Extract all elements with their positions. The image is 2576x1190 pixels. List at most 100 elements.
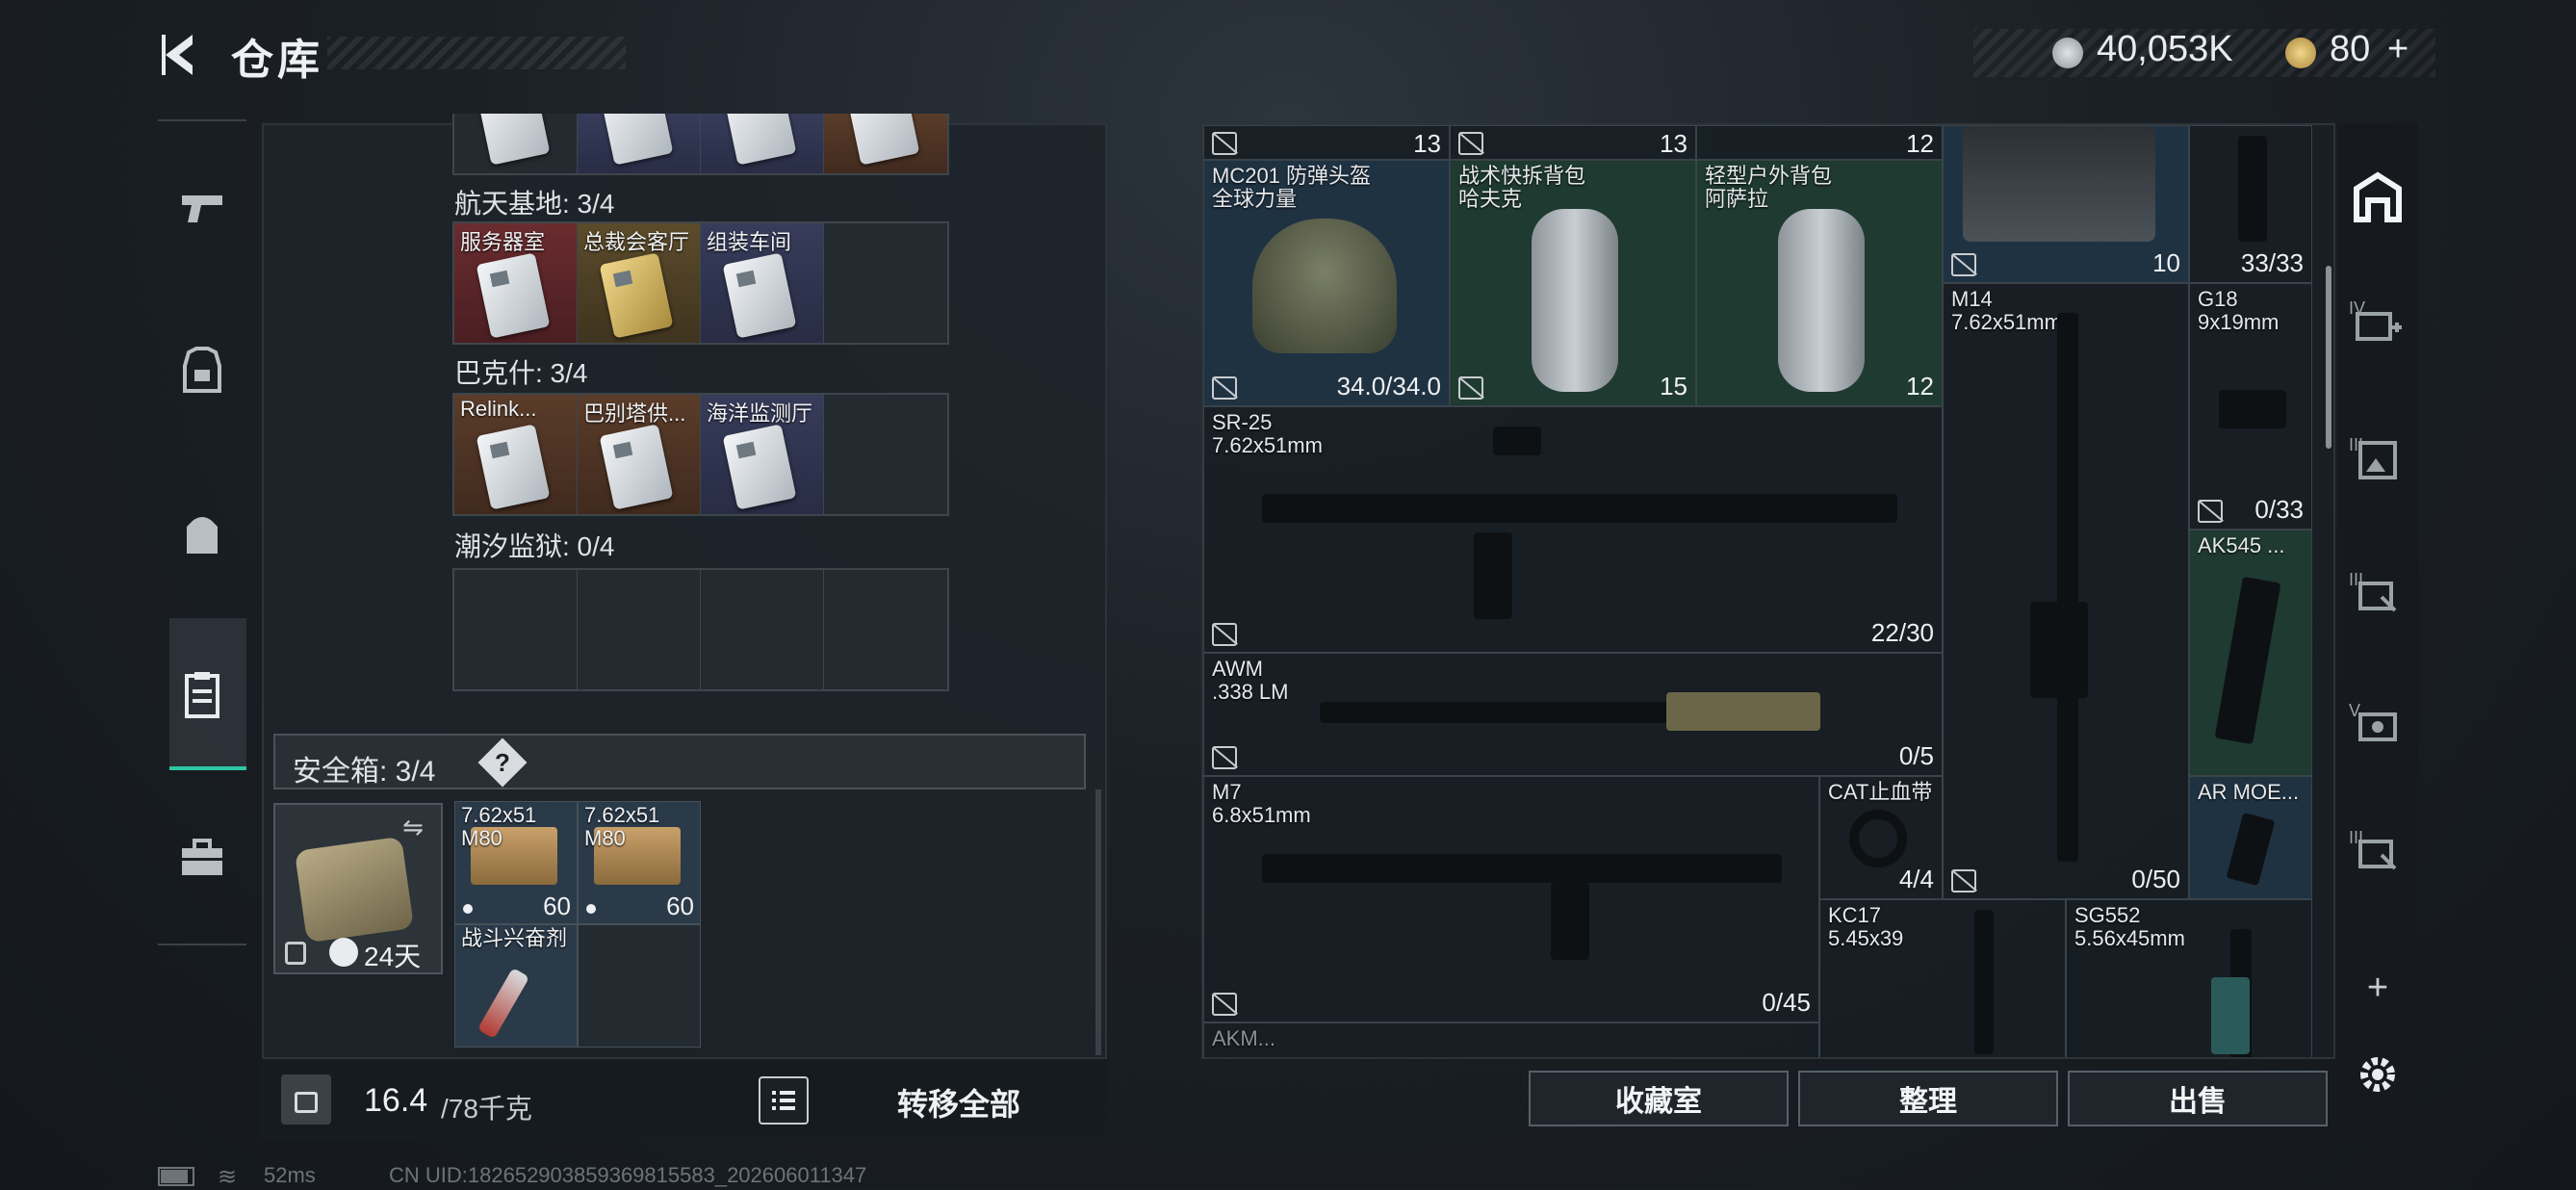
collection-room-button[interactable]: 收藏室 xyxy=(1529,1071,1789,1126)
warehouse-icon xyxy=(2354,171,2402,222)
safebox-container[interactable]: ⇋ 24天 xyxy=(273,803,443,974)
back-arrow-icon xyxy=(162,35,193,75)
keycard-slot[interactable] xyxy=(701,114,824,173)
item-backpack-tactical[interactable]: 战术快拆背包 哈夫克 15 xyxy=(1450,160,1696,406)
item-g18[interactable]: G18 9x19mm 0/33 xyxy=(2189,283,2312,530)
clipboard-icon xyxy=(185,672,219,718)
keycard-slot[interactable]: Relink... xyxy=(454,395,578,514)
rail-weapons[interactable] xyxy=(158,135,246,279)
item-kc17[interactable]: KC17 5.45x39 xyxy=(1819,899,2066,1057)
rail-level-3c[interactable]: III xyxy=(2349,824,2407,882)
keycard-slot-empty[interactable] xyxy=(578,570,701,689)
weight-bar: 16.4 /78千克 转移全部 xyxy=(262,1057,1107,1140)
rail-level-3b[interactable]: III xyxy=(2349,566,2407,624)
rail-level-3a[interactable]: III xyxy=(2349,431,2407,489)
rail-level-4[interactable]: IV xyxy=(2349,295,2407,352)
rail-level-5[interactable]: V xyxy=(2349,697,2407,755)
backpack-image xyxy=(1532,209,1618,392)
item-count: 33/33 xyxy=(2240,248,2304,277)
token-icon xyxy=(2285,38,2316,68)
keycard-row-partial xyxy=(452,114,949,175)
item-vest[interactable]: 10 xyxy=(1943,125,2189,283)
keycard-slot[interactable] xyxy=(824,114,947,173)
item-label: 轻型户外背包 阿萨拉 xyxy=(1705,164,1833,211)
weight-lock-button[interactable] xyxy=(281,1074,331,1125)
keycard-name: 巴别塔供... xyxy=(583,401,686,426)
item-m14[interactable]: M14 7.62x51mm 0/50 xyxy=(1943,283,2189,899)
keycard-slot[interactable]: 总裁会客厅 xyxy=(578,223,701,343)
keycard-slot-empty[interactable] xyxy=(454,570,578,689)
battery-icon xyxy=(158,1167,194,1186)
keycard-slot-empty[interactable] xyxy=(824,395,947,514)
transfer-all-button[interactable]: 转移全部 xyxy=(897,1080,1020,1125)
ammo-count: 60 xyxy=(666,892,694,920)
item-sg552[interactable]: SG552 5.56x45mm xyxy=(2066,899,2312,1057)
safe-item-ammo[interactable]: 7.62x51 M80 60 xyxy=(578,801,701,924)
keycard-slot-empty[interactable] xyxy=(701,570,824,689)
settings-button[interactable] xyxy=(2349,1046,2407,1103)
keycard-slot[interactable] xyxy=(454,114,578,173)
syringe-image xyxy=(477,967,530,1040)
inventory-scrollbar[interactable] xyxy=(2326,266,2331,449)
safe-item-ammo[interactable]: 7.62x51 M80 60 xyxy=(454,801,578,924)
grid-cell-partial[interactable]: 12 xyxy=(1696,125,1943,160)
item-helmet[interactable]: MC201 防弹头盔 全球力量 34.0/34.0 xyxy=(1203,160,1450,406)
pistol-icon xyxy=(182,195,222,222)
sort-button[interactable]: 整理 xyxy=(1798,1071,2058,1126)
keycard-slot[interactable]: 组装车间 xyxy=(701,223,824,343)
level-label: III xyxy=(2349,570,2364,589)
grid-cell-partial[interactable]: 13 xyxy=(1203,125,1450,160)
item-awm[interactable]: AWM .338 LM 0/5 xyxy=(1203,653,1943,776)
ammo-label: 7.62x51 M80 xyxy=(584,803,660,850)
grid-cell-partial[interactable]: 13 xyxy=(1450,125,1696,160)
scrollbar[interactable] xyxy=(1095,789,1101,1055)
item-backpack-outdoor[interactable]: 轻型户外背包 阿萨拉 12 xyxy=(1696,160,1943,406)
section-label-aerospace: 航天基地: 3/4 xyxy=(454,189,615,219)
bullet-dot-icon xyxy=(463,904,473,914)
keycard-slot[interactable] xyxy=(578,114,701,173)
item-label: AR MOE... xyxy=(2198,780,2300,804)
rail-add-button[interactable]: + xyxy=(2349,959,2407,1017)
item-m7[interactable]: M7 6.8x51mm 0/45 xyxy=(1203,776,1819,1022)
item-ak545-mag[interactable]: AK545 ... xyxy=(2189,530,2312,776)
rail-storage[interactable] xyxy=(158,622,246,766)
item-ar-moe-grip[interactable]: AR MOE... xyxy=(2189,776,2312,899)
keycard-image xyxy=(476,424,551,510)
vest-image xyxy=(1963,126,2155,242)
item-label: M7 6.8x51mm xyxy=(1212,780,1311,827)
keycard-slot[interactable]: 服务器室 xyxy=(454,223,578,343)
backpack-icon xyxy=(187,517,218,554)
item-label: CAT止血带 xyxy=(1828,780,1933,804)
item-ammo: 22/30 xyxy=(1870,618,1934,647)
rail-equipment[interactable] xyxy=(158,298,246,443)
keycard-slot[interactable]: 巴别塔供... xyxy=(578,395,701,514)
helmet-image xyxy=(1252,219,1397,353)
rail-warehouse-tab[interactable] xyxy=(2349,169,2407,227)
keycard-slot[interactable]: 海洋监测厅 xyxy=(701,395,824,514)
item-count: 12 xyxy=(1906,129,1934,158)
sell-button[interactable]: 出售 xyxy=(2068,1071,2328,1126)
list-view-button[interactable] xyxy=(759,1076,809,1125)
token-plus-button[interactable]: + xyxy=(2387,29,2409,70)
keycard-row: Relink... 巴别塔供... 海洋监测厅 xyxy=(452,393,949,516)
item-ammo: 0/45 xyxy=(1762,988,1811,1017)
keycard-row: 服务器室 总裁会客厅 组装车间 xyxy=(452,221,949,345)
item-count: 13 xyxy=(1660,129,1687,158)
item-akm[interactable]: AKM... xyxy=(1203,1022,1819,1057)
rail-backpack[interactable] xyxy=(158,462,246,607)
item-g18-mag[interactable]: 33/33 xyxy=(2189,125,2312,283)
swap-icon[interactable]: ⇋ xyxy=(402,813,424,842)
item-sr25[interactable]: SR-25 7.62x51mm 22/30 xyxy=(1203,406,1943,653)
item-cat-tourniquet[interactable]: CAT止血带 4/4 xyxy=(1819,776,1943,899)
safe-slot-empty[interactable] xyxy=(578,924,701,1048)
safe-item-stimulant[interactable]: 战斗兴奋剂 xyxy=(454,924,578,1048)
keycard-slot-empty[interactable] xyxy=(824,223,947,343)
safebox-label: 安全箱: 3/4 xyxy=(293,756,436,788)
bullet-dot-icon xyxy=(586,904,596,914)
item-label: SG552 5.56x45mm xyxy=(2074,903,2185,950)
rail-toolbox[interactable] xyxy=(158,786,246,930)
keycard-slot-empty[interactable] xyxy=(824,570,947,689)
back-button[interactable] xyxy=(154,29,206,81)
briefcase-icon xyxy=(182,839,222,875)
rail-divider xyxy=(158,944,246,945)
